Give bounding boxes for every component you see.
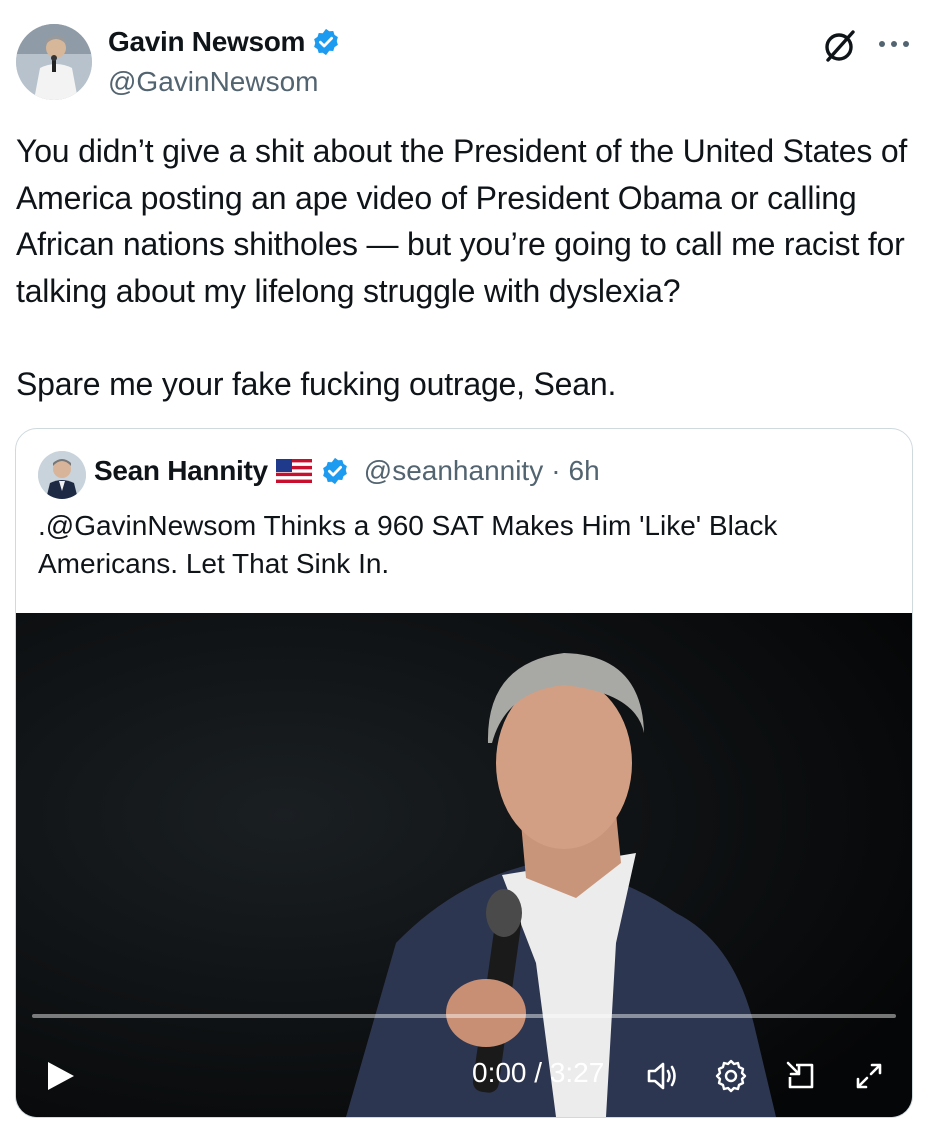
video-progress-bar[interactable] bbox=[32, 1014, 896, 1018]
person-photo-icon bbox=[38, 451, 86, 499]
author-handle[interactable]: @GavinNewsom bbox=[108, 66, 318, 98]
quoted-author-handle[interactable]: @seanhannity bbox=[364, 455, 543, 487]
settings-icon[interactable] bbox=[712, 1057, 750, 1095]
author-avatar[interactable] bbox=[16, 24, 92, 100]
quoted-header: Sean Hannity @seanhannity · 6h bbox=[94, 455, 600, 487]
verified-badge-icon bbox=[314, 28, 339, 56]
post-text: You didn’t give a shit about the Preside… bbox=[16, 133, 908, 402]
verified-badge-icon bbox=[322, 457, 347, 485]
quoted-timestamp[interactable]: 6h bbox=[569, 455, 600, 487]
volume-icon[interactable] bbox=[644, 1057, 682, 1095]
grok-icon[interactable] bbox=[820, 26, 860, 66]
video-frame bbox=[16, 613, 912, 1117]
play-icon[interactable] bbox=[44, 1059, 78, 1093]
person-photo-icon bbox=[16, 24, 92, 100]
fullscreen-icon[interactable] bbox=[850, 1057, 888, 1095]
quoted-post[interactable]: Sean Hannity @seanhannity · 6h .@GavinNe… bbox=[15, 428, 913, 1118]
quoted-author-name[interactable]: Sean Hannity bbox=[94, 455, 268, 487]
pip-icon[interactable] bbox=[782, 1057, 820, 1095]
quoted-text: .@GavinNewsom Thinks a 960 SAT Makes Him… bbox=[38, 510, 778, 579]
quoted-author-avatar[interactable] bbox=[38, 451, 86, 499]
video-time: 0:00 / 3:27 bbox=[472, 1057, 605, 1088]
more-icon[interactable] bbox=[876, 36, 912, 52]
author-name[interactable]: Gavin Newsom bbox=[108, 26, 305, 58]
separator-dot: · bbox=[551, 455, 561, 486]
author-name-row[interactable]: Gavin Newsom bbox=[108, 26, 341, 58]
us-flag-icon bbox=[275, 459, 312, 483]
video-player[interactable]: 0:00 / 3:27 bbox=[16, 613, 912, 1117]
